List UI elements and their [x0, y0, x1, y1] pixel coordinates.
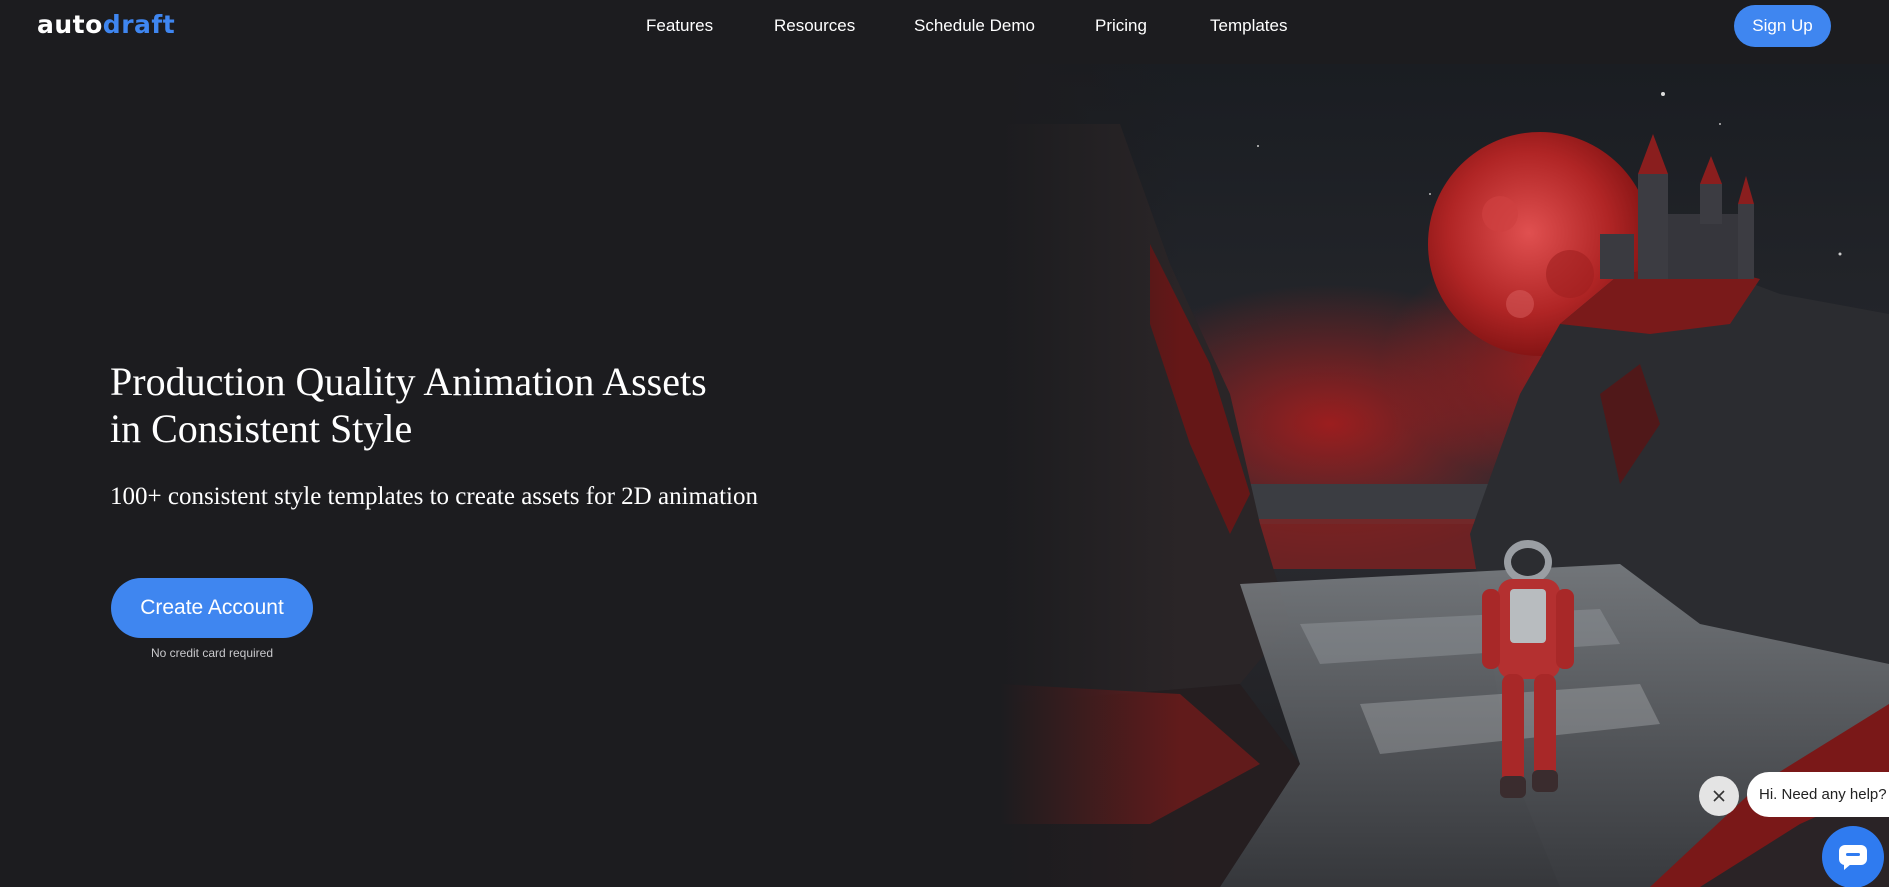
sign-up-button[interactable]: Sign Up	[1734, 5, 1831, 47]
nav-link-features[interactable]: Features	[646, 15, 713, 37]
autodraft-logo[interactable]: autodraft	[37, 12, 175, 38]
hero-title: Production Quality Animation Assets in C…	[110, 358, 810, 452]
logo-text-auto: auto	[37, 10, 103, 39]
no-credit-card-note: No credit card required	[150, 646, 274, 660]
chat-launcher-button[interactable]	[1822, 826, 1884, 887]
hero-subtitle: 100+ consistent style templates to creat…	[110, 483, 758, 510]
chat-icon	[1839, 845, 1867, 870]
chat-greeting-bubble[interactable]: Hi. Need any help?	[1747, 772, 1889, 817]
top-navigation: autodraft Features Resources Schedule De…	[0, 0, 1889, 64]
hero-title-line-2: in Consistent Style	[110, 406, 413, 451]
close-icon	[1713, 790, 1725, 802]
nav-link-pricing[interactable]: Pricing	[1095, 15, 1147, 37]
hero-illustration	[1000, 64, 1889, 887]
nav-link-schedule-demo[interactable]: Schedule Demo	[914, 15, 1035, 37]
logo-text-draft: draft	[102, 10, 176, 39]
chat-close-button[interactable]	[1699, 776, 1739, 816]
landing-page: autodraft Features Resources Schedule De…	[0, 0, 1889, 887]
nav-link-templates[interactable]: Templates	[1210, 15, 1287, 37]
hero-title-line-1: Production Quality Animation Assets	[110, 359, 707, 404]
nav-link-resources[interactable]: Resources	[774, 15, 855, 37]
create-account-button[interactable]: Create Account	[111, 578, 313, 638]
